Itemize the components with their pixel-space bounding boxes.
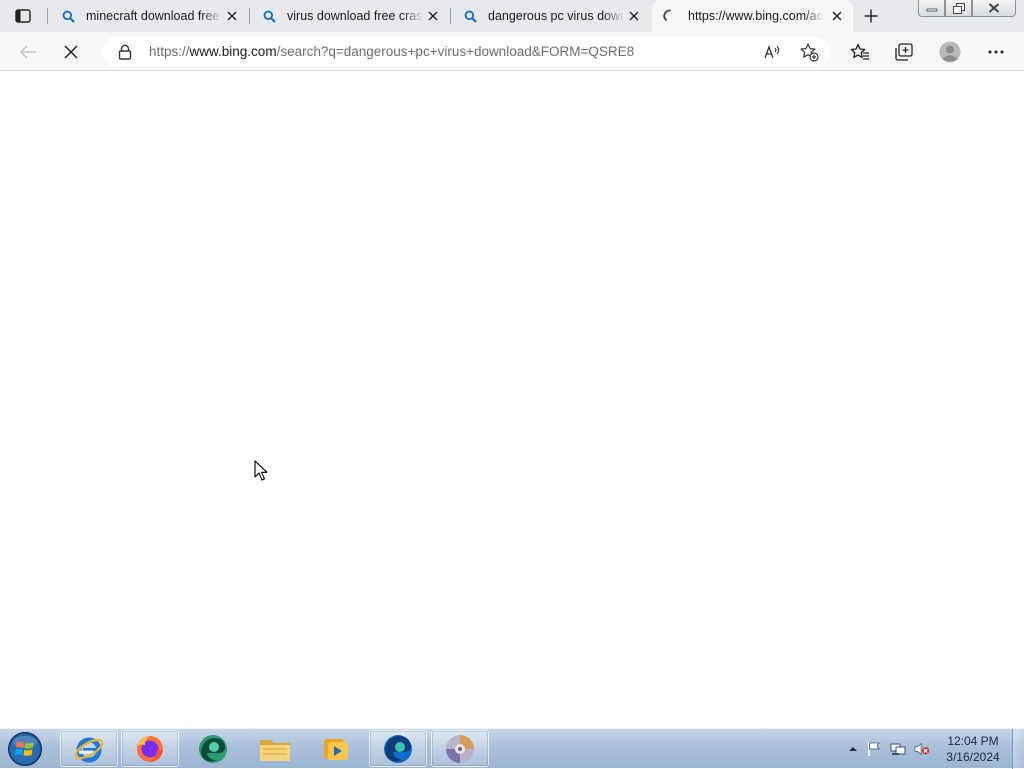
close-icon: [988, 3, 1000, 13]
collections-button[interactable]: [890, 38, 918, 66]
new-tab-button[interactable]: [860, 6, 882, 26]
network-button[interactable]: [890, 741, 906, 757]
tab-actions-icon: [15, 9, 31, 23]
add-favorite-icon[interactable]: [799, 42, 819, 62]
folder-icon: [260, 739, 290, 761]
close-tab-icon[interactable]: [829, 8, 845, 24]
tab-bing-active[interactable]: https://www.bing.com/ac: [652, 0, 853, 32]
tab-title: https://www.bing.com/ac: [688, 9, 823, 23]
flag-icon: [868, 742, 880, 756]
profile-button[interactable]: [936, 38, 964, 66]
firefox-icon: [137, 735, 163, 762]
mouse-cursor-icon: [254, 460, 268, 481]
clock-time: 12:04 PM: [947, 734, 999, 748]
show-hidden-icons-button[interactable]: [845, 741, 861, 757]
show-desktop-button[interactable]: [1012, 729, 1024, 769]
avatar-icon: [939, 41, 961, 63]
network-icon: [890, 743, 906, 755]
restore-button[interactable]: [945, 0, 972, 17]
favorites-icon: [850, 43, 869, 60]
taskbar-internet-explorer[interactable]: [60, 730, 118, 767]
tab-virus-download[interactable]: virus download free crash: [251, 0, 449, 32]
volume-button[interactable]: [914, 741, 930, 757]
taskbar-media-player[interactable]: [307, 730, 365, 767]
tab-title: dangerous pc virus download: [488, 9, 624, 23]
taskbar: 12:04 PM 3/16/2024: [0, 728, 1024, 769]
taskbar-firefox[interactable]: [121, 730, 179, 767]
search-icon: [462, 8, 478, 24]
edge-icon: [384, 734, 412, 763]
url-text: https://www.bing.com/search?q=dangerous+…: [149, 44, 634, 59]
address-bar[interactable]: https://www.bing.com/search?q=dangerous+…: [102, 37, 830, 67]
page-content: [0, 72, 1024, 728]
tab-strip: minecraft download free virus download f…: [0, 0, 1024, 32]
start-button[interactable]: [5, 730, 45, 768]
search-icon: [60, 8, 76, 24]
url-scheme: https://: [149, 44, 190, 59]
lock-icon: [118, 44, 132, 60]
url-path: /search?q=dangerous+pc+virus+download&FO…: [276, 44, 635, 59]
tab-separator: [249, 8, 250, 24]
edge-dev-icon: [199, 734, 227, 763]
taskbar-edge[interactable]: [369, 730, 427, 767]
close-icon: [64, 45, 78, 59]
collections-icon: [895, 43, 913, 61]
tab-separator: [47, 8, 48, 24]
chevron-up-icon: [849, 747, 857, 751]
loading-spinner-icon: [662, 8, 678, 24]
media-player-icon: [324, 738, 348, 760]
internet-explorer-icon: [74, 737, 104, 762]
tab-actions-button[interactable]: [12, 7, 34, 25]
close-tab-icon[interactable]: [425, 8, 441, 24]
taskbar-file-explorer[interactable]: [246, 730, 304, 767]
window-controls: [918, 0, 1016, 18]
close-tab-icon[interactable]: [224, 8, 240, 24]
browser-toolbar: https://www.bing.com/search?q=dangerous+…: [0, 32, 1024, 71]
tab-title: virus download free crash: [287, 9, 423, 23]
tab-minecraft[interactable]: minecraft download free: [50, 0, 248, 32]
volume-muted-icon: [914, 742, 930, 756]
minimize-button[interactable]: [918, 0, 945, 17]
search-icon: [261, 8, 277, 24]
back-arrow-icon: [19, 45, 36, 59]
clock-date: 3/16/2024: [946, 750, 1000, 764]
plus-icon: [864, 9, 878, 23]
tab-title: minecraft download free: [86, 9, 220, 23]
dvd-disc-icon: [446, 734, 474, 763]
tab-dangerous-pc-virus[interactable]: dangerous pc virus download: [452, 0, 650, 32]
restore-icon: [952, 2, 965, 14]
stop-loading-button[interactable]: [57, 38, 85, 66]
system-clock[interactable]: 12:04 PM 3/16/2024: [934, 733, 1012, 765]
tab-separator: [450, 8, 451, 24]
back-button[interactable]: [14, 38, 42, 66]
more-dots-icon: [988, 50, 1004, 54]
taskbar-dvd-player[interactable]: [431, 730, 489, 767]
minimize-icon: [926, 8, 937, 12]
close-window-button[interactable]: [972, 0, 1016, 17]
read-aloud-icon[interactable]: [763, 42, 783, 62]
favorites-button[interactable]: [846, 38, 874, 66]
close-tab-icon[interactable]: [626, 8, 642, 24]
url-host: www.bing.com: [189, 44, 277, 59]
taskbar-edge-dev[interactable]: [184, 730, 242, 767]
action-center-button[interactable]: [866, 741, 882, 757]
windows-start-icon: [8, 732, 42, 766]
settings-menu-button[interactable]: [982, 38, 1010, 66]
